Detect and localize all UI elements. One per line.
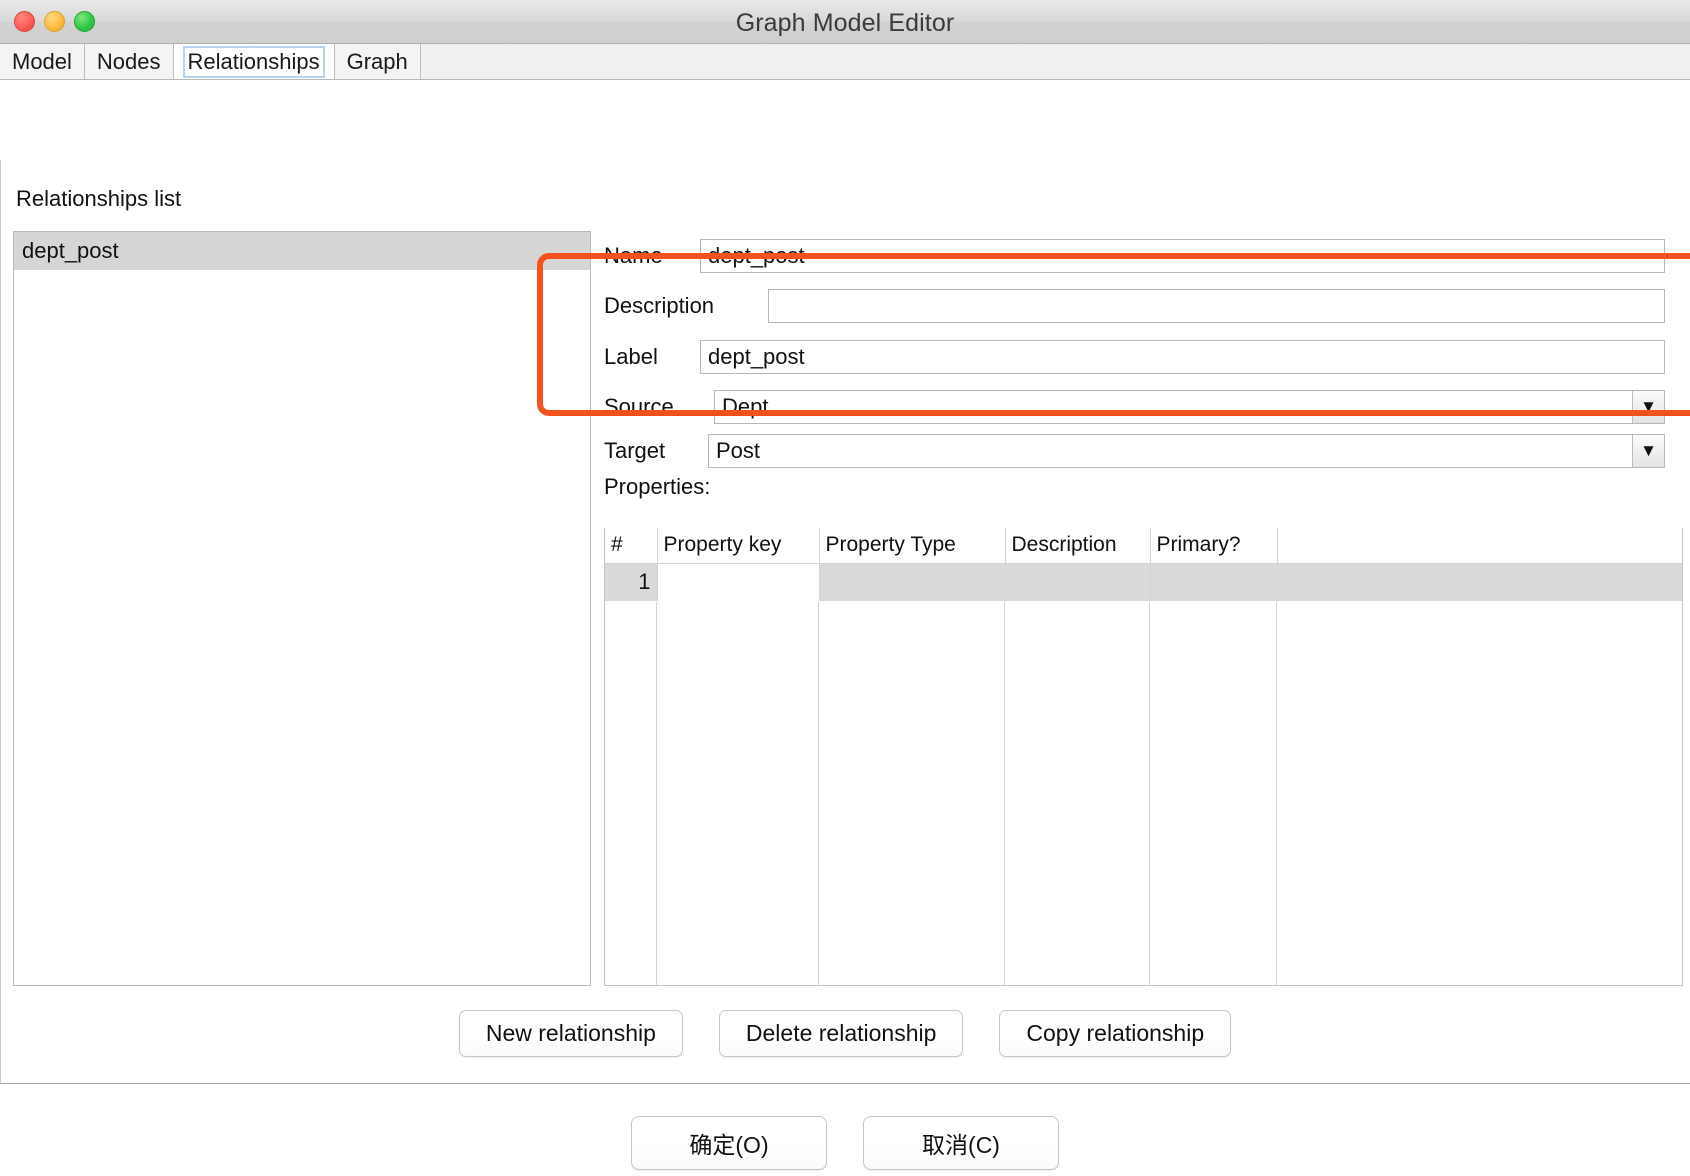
column-header-filler[interactable] — [1277, 528, 1682, 564]
source-label: Source — [604, 394, 674, 419]
empty-col-property-key — [657, 602, 819, 985]
empty-col-property-type — [819, 602, 1005, 985]
description-row: Description — [604, 288, 1683, 324]
relationship-actions: New relationship Delete relationship Cop… — [0, 1010, 1690, 1057]
source-select-value: Dept — [722, 394, 769, 419]
column-header-index[interactable]: # — [605, 528, 658, 564]
cell-property-key[interactable] — [657, 563, 820, 601]
name-label: Name — [604, 243, 663, 268]
tab-bar-filler — [420, 44, 1690, 79]
properties-table[interactable]: # Property key Property Type Description… — [604, 528, 1683, 986]
empty-col-index — [605, 602, 657, 985]
graph-model-editor-window: Graph Model Editor Model Nodes Relations… — [0, 0, 1690, 1170]
table-header-row: # Property key Property Type Description… — [605, 528, 1682, 564]
tab-nodes[interactable]: Nodes — [84, 44, 174, 79]
cell-description[interactable] — [1005, 563, 1151, 601]
dialog-footer: 确定(O) 取消(C) — [0, 1116, 1690, 1170]
description-label: Description — [604, 293, 715, 318]
dialog-divider — [0, 1083, 1690, 1084]
relationships-list-title: Relationships list — [16, 186, 182, 211]
window-title: Graph Model Editor — [735, 9, 955, 37]
target-select-value: Post — [716, 438, 761, 463]
cell-filler[interactable] — [1277, 563, 1682, 601]
cancel-button[interactable]: 取消(C) — [863, 1116, 1059, 1170]
empty-col-primary — [1150, 602, 1277, 985]
properties-caption: Properties: — [604, 474, 711, 499]
list-item[interactable]: dept_post — [14, 232, 590, 270]
tab-model-label: Model — [12, 48, 72, 74]
main-content: Relationships list dept_post Name dept_p… — [0, 80, 1690, 1176]
ok-button[interactable]: 确定(O) — [631, 1116, 827, 1170]
new-relationship-button[interactable]: New relationship — [458, 1010, 683, 1057]
relationships-list[interactable]: dept_post — [13, 231, 591, 986]
tab-model[interactable]: Model — [0, 44, 85, 79]
label-field-label: Label — [604, 344, 658, 369]
label-row: Label dept_post — [604, 339, 1683, 375]
list-item-label: dept_post — [22, 238, 119, 263]
column-header-property-key[interactable]: Property key — [657, 528, 820, 564]
table-row[interactable]: 1 — [605, 563, 1682, 601]
column-header-primary[interactable]: Primary? — [1150, 528, 1278, 564]
description-input[interactable] — [768, 289, 1665, 323]
cell-property-type[interactable] — [819, 563, 1006, 601]
content-left-edge — [0, 160, 1, 1083]
tab-bar: Model Nodes Relationships Graph — [0, 44, 1690, 80]
delete-relationship-button[interactable]: Delete relationship — [718, 1010, 964, 1057]
column-header-description[interactable]: Description — [1005, 528, 1151, 564]
tab-relationships-label: Relationships — [182, 45, 325, 78]
chevron-down-icon[interactable]: ▼ — [1632, 391, 1664, 423]
name-row: Name dept_post — [604, 238, 1683, 274]
column-header-property-type[interactable]: Property Type — [819, 528, 1006, 564]
tab-relationships[interactable]: Relationships — [173, 44, 335, 79]
table-empty-area — [605, 602, 1682, 985]
name-input[interactable]: dept_post — [700, 239, 1665, 273]
target-label: Target — [604, 438, 666, 463]
window-titlebar: Graph Model Editor — [0, 0, 1690, 44]
source-select[interactable]: Dept ▼ — [714, 390, 1665, 424]
tab-graph-label: Graph — [346, 48, 408, 74]
cell-primary[interactable] — [1150, 563, 1278, 601]
cell-index: 1 — [605, 563, 658, 601]
source-row: Source Dept ▼ — [604, 389, 1683, 425]
tab-graph[interactable]: Graph — [334, 44, 421, 79]
chevron-down-icon[interactable]: ▼ — [1632, 435, 1664, 467]
label-input[interactable]: dept_post — [700, 340, 1665, 374]
copy-relationship-button[interactable]: Copy relationship — [999, 1010, 1232, 1057]
tab-nodes-label: Nodes — [96, 48, 161, 74]
empty-col-filler — [1277, 602, 1682, 985]
target-select[interactable]: Post ▼ — [708, 434, 1665, 468]
target-row: Target Post ▼ — [604, 433, 1683, 469]
empty-col-description — [1005, 602, 1150, 985]
